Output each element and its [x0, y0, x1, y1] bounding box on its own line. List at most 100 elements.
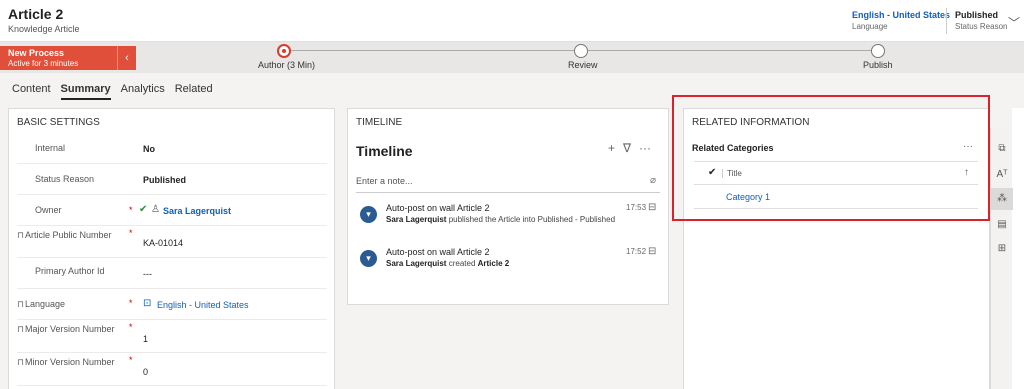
language-link[interactable]: English - United States	[157, 300, 249, 310]
lock-icon: ⊓	[17, 357, 25, 367]
side-rail: ⧉ Aᵀ ⁂ ▤ ⊞	[990, 128, 1013, 389]
required-icon: *	[129, 298, 133, 308]
chevron-left-icon[interactable]: ‹	[117, 46, 136, 70]
tab-summary[interactable]: Summary	[60, 83, 111, 100]
document-icon[interactable]: ▤	[991, 214, 1013, 236]
tab-related[interactable]: Related	[175, 83, 213, 98]
post-icon: ▾	[360, 250, 377, 267]
stage-review-dot[interactable]	[574, 44, 588, 58]
reply-icon[interactable]: ⊟	[648, 202, 656, 213]
basic-settings-section: BASIC SETTINGS Internal No Status Reason…	[8, 108, 335, 389]
field-label: Primary Author Id	[35, 266, 105, 276]
connector-icon[interactable]: ⊞	[991, 238, 1013, 260]
process-active-time: Active for 3 minutes	[8, 59, 79, 68]
field-article-number: ⊓Article Public Number * KA-01014	[17, 226, 327, 258]
timeline-actions: + ∇ ···	[600, 141, 651, 155]
header-status: Published Status Reason	[955, 10, 1007, 31]
post-action: created	[448, 259, 476, 268]
post-title: Auto-post on wall Article 2	[386, 203, 490, 213]
field-internal: Internal No	[17, 133, 327, 164]
field-value[interactable]: ---	[143, 269, 152, 279]
form-tabs: Content Summary Analytics Related	[12, 83, 223, 100]
language-value[interactable]: English - United States	[852, 10, 950, 20]
field-status-reason: Status Reason Published	[17, 164, 327, 195]
status-label: Status Reason	[955, 22, 1008, 31]
lock-icon: ⊓	[17, 324, 25, 334]
highlight-box	[672, 95, 990, 221]
field-label-wrap: ⊓Minor Version Number	[17, 356, 117, 368]
post-time: 17:52	[626, 247, 647, 256]
field-major-version: ⊓Major Version Number * 1	[17, 320, 327, 353]
stage-author-dot[interactable]	[277, 44, 291, 58]
required-icon: *	[129, 228, 133, 238]
hierarchy-icon[interactable]: ⁂	[991, 188, 1013, 210]
more-icon[interactable]: ···	[639, 141, 651, 155]
post-user[interactable]: Sara Lagerquist	[386, 259, 446, 268]
record-header: Article 2 Knowledge Article English - Un…	[0, 0, 1024, 42]
chevron-down-icon[interactable]: ﹀	[1008, 14, 1020, 31]
post-action: published the Article into Published - P…	[448, 215, 616, 224]
post-title: Auto-post on wall Article 2	[386, 247, 490, 257]
attachment-icon[interactable]: ⌀	[650, 175, 656, 186]
field-label: Major Version Number	[25, 324, 115, 334]
field-label: Article Public Number	[25, 230, 112, 240]
stage-publish-label[interactable]: Publish	[863, 60, 893, 70]
lock-icon: ⊓	[17, 299, 25, 309]
field-primary-author: Primary Author Id ---	[17, 258, 327, 289]
stage-author-label[interactable]: Author (3 Min)	[258, 60, 315, 70]
header-language[interactable]: English - United States Language	[852, 10, 950, 31]
tab-content[interactable]: Content	[12, 83, 51, 98]
owner-link[interactable]: Sara Lagerquist	[163, 206, 231, 216]
post-time: 17:53	[626, 203, 647, 212]
field-label-wrap: ⊓Article Public Number	[17, 229, 117, 241]
filter-icon[interactable]: ∇	[623, 141, 631, 155]
field-value[interactable]: No	[143, 144, 155, 154]
record-title: Article 2	[8, 6, 64, 22]
tab-analytics[interactable]: Analytics	[121, 83, 165, 98]
field-minor-version: ⊓Minor Version Number * 0	[17, 353, 327, 386]
stage-publish-dot[interactable]	[871, 44, 885, 58]
field-label: Status Reason	[35, 174, 95, 184]
post-user[interactable]: Sara Lagerquist	[386, 215, 446, 224]
timeline-heading: TIMELINE	[356, 117, 403, 128]
field-label: Internal	[35, 143, 66, 153]
required-icon: *	[129, 322, 133, 332]
post-object[interactable]: Article 2	[478, 259, 510, 268]
process-name: New Process	[8, 48, 65, 58]
text-format-icon[interactable]: Aᵀ	[991, 164, 1013, 186]
copy-icon[interactable]: ⧉	[991, 138, 1013, 160]
process-stage-flag[interactable]: New Process Active for 3 minutes	[0, 46, 117, 70]
field-label: Language	[25, 299, 66, 309]
basic-settings-heading: BASIC SETTINGS	[17, 117, 100, 128]
post-description: Sara Lagerquist published the Article in…	[386, 215, 615, 224]
language-label: Language	[852, 22, 888, 31]
required-icon: *	[129, 355, 133, 365]
business-process-flow: New Process Active for 3 minutes ‹ Autho…	[0, 42, 1024, 73]
field-value[interactable]: 0	[143, 367, 148, 377]
reply-icon[interactable]: ⊟	[648, 246, 656, 257]
header-divider	[946, 8, 947, 34]
field-value[interactable]: Published	[143, 175, 186, 185]
note-input[interactable]: Enter a note... ⌀	[356, 173, 660, 193]
globe-icon: ⊡	[143, 298, 152, 309]
timeline-post[interactable]: ▾ Auto-post on wall Article 2 Sara Lager…	[356, 201, 660, 237]
timeline-post[interactable]: ▾ Auto-post on wall Article 2 Sara Lager…	[356, 245, 660, 281]
field-language: ⊓Language * ⊡ English - United States	[17, 289, 327, 320]
person-icon: ♙	[151, 204, 160, 215]
field-label-wrap: ⊓Language	[17, 298, 117, 310]
post-icon: ▾	[360, 206, 377, 223]
field-owner: Owner * ✔ ♙ Sara Lagerquist	[17, 195, 327, 226]
stage-review-label[interactable]: Review	[568, 60, 598, 70]
field-label: Owner	[35, 205, 62, 215]
lock-icon: ⊓	[17, 230, 25, 240]
post-description: Sara Lagerquist created Article 2	[386, 259, 509, 268]
timeline-title: Timeline	[356, 143, 413, 159]
add-icon[interactable]: +	[608, 141, 615, 155]
status-value: Published	[955, 10, 999, 20]
field-value[interactable]: KA-01014	[143, 238, 183, 248]
right-edge	[1012, 108, 1024, 389]
timeline-section: TIMELINE Timeline + ∇ ··· Enter a note... …	[347, 108, 669, 305]
field-label-wrap: ⊓Major Version Number	[17, 323, 117, 335]
field-label: Minor Version Number	[25, 357, 115, 367]
field-value[interactable]: 1	[143, 334, 148, 344]
